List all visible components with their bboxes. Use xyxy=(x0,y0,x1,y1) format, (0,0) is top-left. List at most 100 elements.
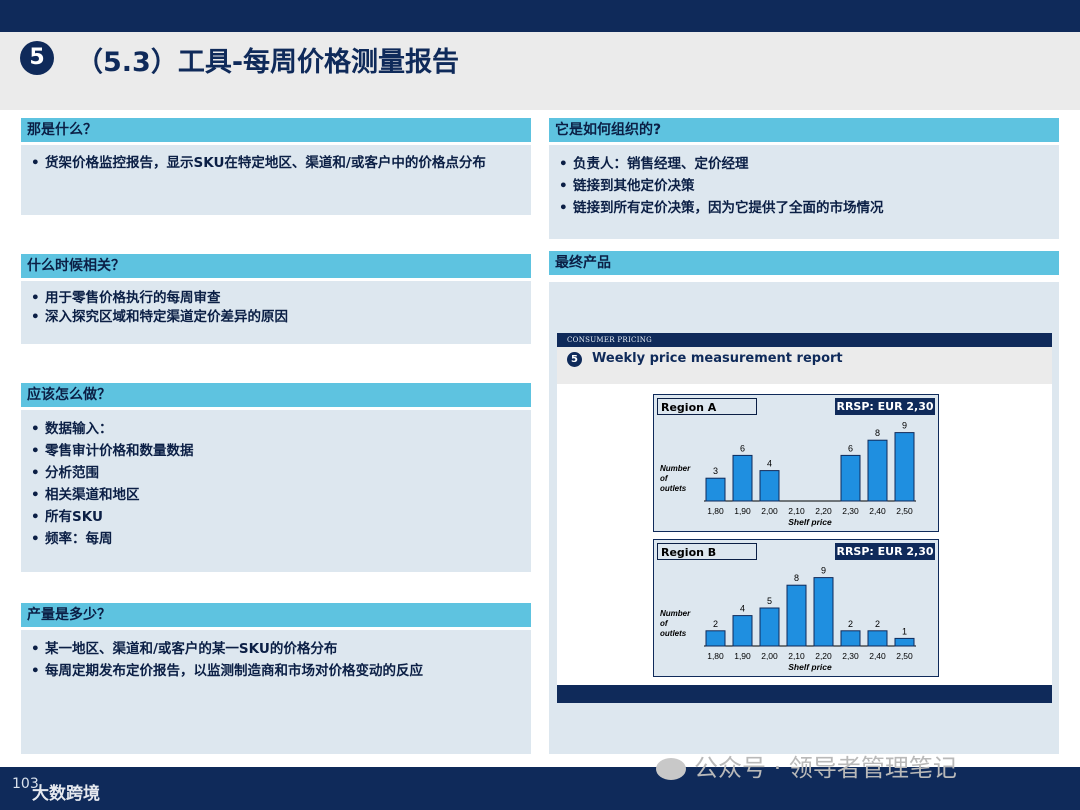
wechat-icon xyxy=(656,758,686,780)
list-item: 链接到其他定价决策 xyxy=(559,175,1049,197)
bar xyxy=(894,432,915,502)
region-a-rrsp: RRSP: EUR 2,30 xyxy=(835,398,935,415)
top-banner xyxy=(0,0,1080,32)
list-item: 每周定期发布定价报告，以监测制造商和市场对价格变动的反应 xyxy=(31,660,521,682)
section-output-body: 某一地区、渠道和/或客户的某一SKU的价格分布 每周定期发布定价报告，以监测制造… xyxy=(21,630,531,754)
section-how-body: 数据输入： 零售审计价格和数量数据 分析范围 相关渠道和地区 所有SKU 频率：… xyxy=(21,410,531,572)
section-output-list: 某一地区、渠道和/或客户的某一SKU的价格分布 每周定期发布定价报告，以监测制造… xyxy=(31,638,521,682)
bar xyxy=(840,454,861,502)
brand-logo-text: 大数跨境 xyxy=(32,784,100,804)
y-axis-label: outlets xyxy=(660,484,687,493)
region-a-label: Region A xyxy=(657,398,757,415)
section-what-list: 货架价格监控报告，显示SKU在特定地区、渠道和/或客户中的价格点分布 xyxy=(31,153,521,173)
section-organized-body: 负责人：销售经理、定价经理 链接到其他定价决策 链接到所有定价决策，因为它提供了… xyxy=(549,145,1059,239)
section-what-body: 货架价格监控报告，显示SKU在特定地区、渠道和/或客户中的价格点分布 xyxy=(21,145,531,215)
x-tick-label: 2,30 xyxy=(842,506,859,516)
y-axis-label: Number xyxy=(660,464,691,473)
list-item: 某一地区、渠道和/或客户的某一SKU的价格分布 xyxy=(31,638,521,660)
bar xyxy=(786,584,807,647)
title-number-badge: 5 xyxy=(20,41,54,75)
bar xyxy=(813,577,834,647)
region-b-label: Region B xyxy=(657,543,757,560)
x-tick-label: 2,20 xyxy=(815,506,832,516)
x-tick-label: 1,90 xyxy=(734,651,751,661)
data-label: 6 xyxy=(740,443,745,453)
x-tick-label: 2,40 xyxy=(869,651,886,661)
data-label: 2 xyxy=(848,619,853,629)
x-tick-label: 2,10 xyxy=(788,506,805,516)
list-item: 用于零售价格执行的每周审查 xyxy=(31,289,521,308)
data-label: 1 xyxy=(902,626,907,636)
data-label: 8 xyxy=(875,428,880,438)
bar xyxy=(732,615,753,647)
bar xyxy=(867,439,888,502)
section-what-heading: 那是什么？ xyxy=(21,118,531,142)
x-tick-label: 2,50 xyxy=(896,506,913,516)
chart-panel-region-a: Number of outlets 3 1,80 6 1,90 4 2,00 2,10 2,20 6 2… xyxy=(653,394,939,532)
y-axis-label: of xyxy=(660,474,669,483)
data-label: 4 xyxy=(740,604,745,614)
data-label: 8 xyxy=(794,573,799,583)
x-tick-label: 1,80 xyxy=(707,506,724,516)
list-item: 频率：每周 xyxy=(31,528,521,550)
list-item: 零售审计价格和数量数据 xyxy=(31,440,521,462)
section-when-heading: 什么时候相关？ xyxy=(21,254,531,278)
list-item: 货架价格监控报告，显示SKU在特定地区、渠道和/或客户中的价格点分布 xyxy=(31,153,521,173)
report-number-badge: 5 xyxy=(567,352,582,367)
region-b-rrsp: RRSP: EUR 2,30 xyxy=(835,543,935,560)
section-how-list: 数据输入： 零售审计价格和数量数据 分析范围 相关渠道和地区 所有SKU 频率：… xyxy=(31,418,521,550)
data-label: 3 xyxy=(713,466,718,476)
y-axis-label: Number xyxy=(660,609,691,618)
report-title: Weekly price measurement report xyxy=(592,351,843,366)
bar xyxy=(759,607,780,647)
data-label: 4 xyxy=(767,459,772,469)
section-how-heading: 应该怎么做？ xyxy=(21,383,531,407)
data-label: 2 xyxy=(713,619,718,629)
list-item: 相关渠道和地区 xyxy=(31,484,521,506)
x-tick-label: 2,50 xyxy=(896,651,913,661)
bar xyxy=(894,637,915,647)
section-final-heading: 最终产品 xyxy=(549,251,1059,275)
page-title: （5.3）工具-每周价格测量报告 xyxy=(76,47,460,78)
section-when-body: 用于零售价格执行的每周审查 深入探究区域和特定渠道定价差异的原因 xyxy=(21,281,531,344)
list-item: 负责人：销售经理、定价经理 xyxy=(559,153,1049,175)
x-tick-label: 2,00 xyxy=(761,651,778,661)
chart-panel-region-b: Number of outlets 2 1,80 4 1,90 5 2,00 8 2,10 9 2,20… xyxy=(653,539,939,677)
x-tick-label: 1,90 xyxy=(734,506,751,516)
section-organized-list: 负责人：销售经理、定价经理 链接到其他定价决策 链接到所有定价决策，因为它提供了… xyxy=(559,153,1049,219)
data-label: 9 xyxy=(821,566,826,576)
watermark-text: 公众号 · 领导者管理笔记 xyxy=(694,754,957,782)
x-axis-label: Shelf price xyxy=(788,517,832,527)
bar xyxy=(705,630,726,647)
section-output-heading: 产量是多少？ xyxy=(21,603,531,627)
data-label: 2 xyxy=(875,619,880,629)
x-tick-label: 2,10 xyxy=(788,651,805,661)
list-item: 深入探究区域和特定渠道定价差异的原因 xyxy=(31,308,521,327)
x-axis-label: Shelf price xyxy=(788,662,832,672)
report-top-label: CONSUMER PRICING xyxy=(557,333,1052,347)
bar xyxy=(705,477,726,502)
bar xyxy=(867,630,888,647)
report-bottom-bar xyxy=(557,685,1052,703)
section-organized-heading: 它是如何组织的? xyxy=(549,118,1059,142)
list-item: 分析范围 xyxy=(31,462,521,484)
watermark: 公众号 · 领导者管理笔记 xyxy=(656,748,957,783)
x-tick-label: 2,40 xyxy=(869,506,886,516)
bar xyxy=(732,454,753,502)
y-axis-label: outlets xyxy=(660,629,687,638)
x-tick-label: 2,30 xyxy=(842,651,859,661)
data-label: 6 xyxy=(848,443,853,453)
x-tick-label: 2,20 xyxy=(815,651,832,661)
x-tick-label: 1,80 xyxy=(707,651,724,661)
data-label: 5 xyxy=(767,596,772,606)
x-tick-label: 2,00 xyxy=(761,506,778,516)
list-item: 所有SKU xyxy=(31,506,521,528)
y-axis-label: of xyxy=(660,619,669,628)
bar xyxy=(759,470,780,502)
list-item: 链接到所有定价决策，因为它提供了全面的市场情况 xyxy=(559,197,1049,219)
data-label: 9 xyxy=(902,421,907,431)
list-item: 数据输入： xyxy=(31,418,521,440)
bar xyxy=(840,630,861,647)
section-when-list: 用于零售价格执行的每周审查 深入探究区域和特定渠道定价差异的原因 xyxy=(31,289,521,327)
report-preview: CONSUMER PRICING 5 Weekly price measurem… xyxy=(557,333,1052,703)
